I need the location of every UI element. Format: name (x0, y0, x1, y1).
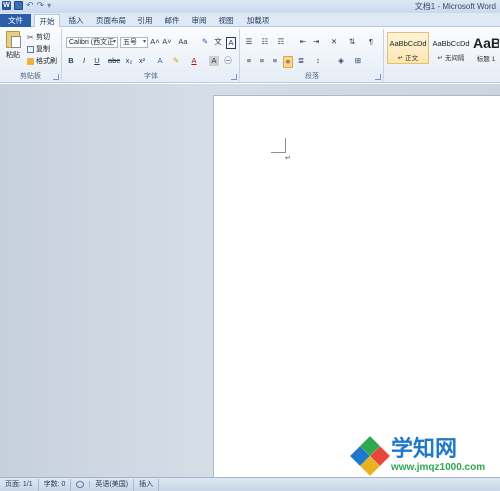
decrease-indent-icon[interactable]: ⇤ (298, 37, 308, 47)
status-words[interactable]: 字数: 0 (39, 478, 72, 491)
shrink-font-icon[interactable]: A˅ (162, 37, 172, 47)
font-size-select[interactable]: 五号 (120, 37, 148, 48)
subscript-icon[interactable]: x₂ (124, 56, 134, 66)
phonetic-guide-icon[interactable]: 文 (213, 37, 223, 47)
sort-icon[interactable]: ⇅ (347, 37, 357, 47)
paste-button[interactable]: 粘贴 (4, 31, 22, 60)
change-case-icon[interactable]: Aa (178, 37, 188, 47)
style-no-spacing-name: ↵ 无间隔 (437, 55, 465, 62)
align-right-icon[interactable]: ≡ (270, 56, 280, 66)
tab-insert[interactable]: 插入 (63, 14, 89, 27)
style-normal-name: ↵ 正文 (397, 55, 419, 62)
status-mode[interactable]: 插入 (134, 478, 160, 491)
font-group-label: 字体 (144, 73, 158, 80)
font-launcher-icon[interactable] (231, 74, 237, 80)
brush-icon (27, 57, 34, 65)
clipboard-launcher-icon[interactable] (53, 74, 59, 80)
highlight-icon[interactable]: ✎ (171, 56, 181, 66)
quick-access-toolbar: W ↶ ↷ ▾ (2, 1, 51, 10)
document-page[interactable] (213, 95, 500, 477)
tab-view[interactable]: 视图 (214, 14, 238, 27)
font-group: Calibri (西文正 五号 A˄ A˅ Aa ✎ 文 A B I U abc… (63, 29, 240, 81)
style-no-spacing-sample: AaBbCcDd (432, 39, 470, 48)
italic-icon[interactable]: I (79, 56, 89, 66)
format-painter-button[interactable]: 格式刷 (27, 56, 57, 66)
paste-label: 粘贴 (6, 52, 20, 59)
status-bar: 页面: 1/1 字数: 0 英语(美国) 插入 (0, 477, 500, 491)
watermark-url: www.jmqz1000.com (391, 462, 486, 473)
style-normal[interactable]: AaBbCcDd ↵ 正文 (387, 32, 429, 64)
underline-icon[interactable]: U (92, 56, 102, 66)
chinese-layout-icon[interactable]: ✕ (329, 37, 339, 47)
status-page[interactable]: 页面: 1/1 (0, 478, 39, 491)
increase-indent-icon[interactable]: ⇥ (311, 37, 321, 47)
bold-icon[interactable]: B (66, 56, 76, 66)
font-color-icon[interactable]: A (189, 56, 199, 66)
text-effects-icon[interactable]: A (155, 56, 165, 66)
copy-icon (27, 45, 34, 53)
line-spacing-icon[interactable]: ↕ (313, 56, 323, 66)
paragraph-group: ☰ ☷ ☶ ⇤ ⇥ ✕ ⇅ ¶ ≡ ≡ ≡ ≡ ≣ ↕ ◈ ⊞ 段落 (241, 29, 384, 81)
cut-label: 剪切 (36, 34, 50, 41)
word-logo-icon[interactable]: W (2, 1, 11, 10)
strikethrough-icon[interactable]: abc (108, 56, 120, 66)
clipboard-group-label: 剪贴板 (20, 73, 41, 80)
tab-home[interactable]: 开始 (34, 14, 60, 28)
enclose-char-icon[interactable]: ㊀ (223, 56, 233, 66)
tab-mailings[interactable]: 邮件 (160, 14, 184, 27)
copy-button[interactable]: 复制 (27, 44, 50, 54)
tab-references[interactable]: 引用 (133, 14, 157, 27)
grow-font-icon[interactable]: A˄ (150, 37, 160, 47)
paragraph-mark: ↵ (285, 155, 291, 162)
status-proofing[interactable] (71, 481, 91, 488)
tab-file[interactable]: 文件 (0, 14, 31, 27)
numbering-icon[interactable]: ☷ (260, 37, 270, 47)
save-icon[interactable] (14, 1, 23, 10)
superscript-icon[interactable]: x² (137, 56, 147, 66)
ribbon-tabs: 文件 开始 插入 页面布局 引用 邮件 审阅 视图 加载项 (0, 13, 500, 28)
style-heading-1-name: 标题 1 (476, 56, 496, 63)
scissors-icon: ✂ (27, 32, 34, 42)
align-center-icon[interactable]: ≡ (257, 56, 267, 66)
undo-icon[interactable]: ↶ (26, 1, 34, 10)
show-marks-icon[interactable]: ¶ (366, 37, 376, 47)
redo-icon[interactable]: ↷ (37, 1, 45, 10)
multilevel-list-icon[interactable]: ☶ (276, 37, 286, 47)
tab-review[interactable]: 审阅 (187, 14, 211, 27)
borders-icon[interactable]: ⊞ (353, 56, 363, 66)
font-name-select[interactable]: Calibri (西文正 (66, 37, 118, 48)
cut-button[interactable]: ✂ 剪切 (27, 32, 50, 42)
watermark-title: 学知网 (391, 437, 458, 462)
paste-icon (6, 31, 21, 48)
justify-icon[interactable]: ≡ (283, 56, 293, 68)
distributed-icon[interactable]: ≣ (296, 56, 306, 66)
status-language[interactable]: 英语(美国) (90, 478, 135, 491)
watermark-logo-icon (350, 435, 390, 476)
char-border-icon[interactable]: A (226, 37, 236, 49)
window-title: 文档1 - Microsoft Word (414, 2, 496, 11)
format-painter-label: 格式刷 (36, 58, 57, 65)
qat-customize-icon[interactable]: ▾ (47, 1, 51, 10)
margin-corner-mark (271, 138, 286, 153)
style-normal-sample: AaBbCcDd (389, 39, 427, 48)
clear-format-icon[interactable]: ✎ (200, 37, 210, 47)
align-left-icon[interactable]: ≡ (244, 56, 254, 66)
char-shading-icon[interactable]: A (209, 56, 219, 66)
site-watermark: 学知网 www.jmqz1000.com (350, 435, 486, 476)
bullets-icon[interactable]: ☰ (244, 37, 254, 47)
style-heading-1-sample: AaB (473, 35, 500, 51)
title-bar: W ↶ ↷ ▾ 文档1 - Microsoft Word (0, 0, 500, 13)
style-no-spacing[interactable]: AaBbCcDd ↵ 无间隔 (430, 32, 472, 64)
copy-label: 复制 (36, 46, 50, 53)
tab-page-layout[interactable]: 页面布局 (92, 14, 130, 27)
style-heading-1[interactable]: AaB 标题 1 (472, 32, 500, 64)
clipboard-group: 粘贴 ✂ 剪切 复制 格式刷 剪贴板 (0, 29, 62, 81)
proofing-icon (76, 481, 85, 488)
paragraph-group-label: 段落 (305, 73, 319, 80)
paragraph-launcher-icon[interactable] (375, 74, 381, 80)
shading-icon[interactable]: ◈ (336, 56, 346, 66)
tab-addins[interactable]: 加载项 (241, 14, 275, 27)
styles-group: AaBbCcDd ↵ 正文 AaBbCcDd ↵ 无间隔 AaB 标题 1 (385, 29, 500, 81)
ribbon: 粘贴 ✂ 剪切 复制 格式刷 剪贴板 Calibri (西文正 五号 A˄ A˅… (0, 27, 500, 83)
